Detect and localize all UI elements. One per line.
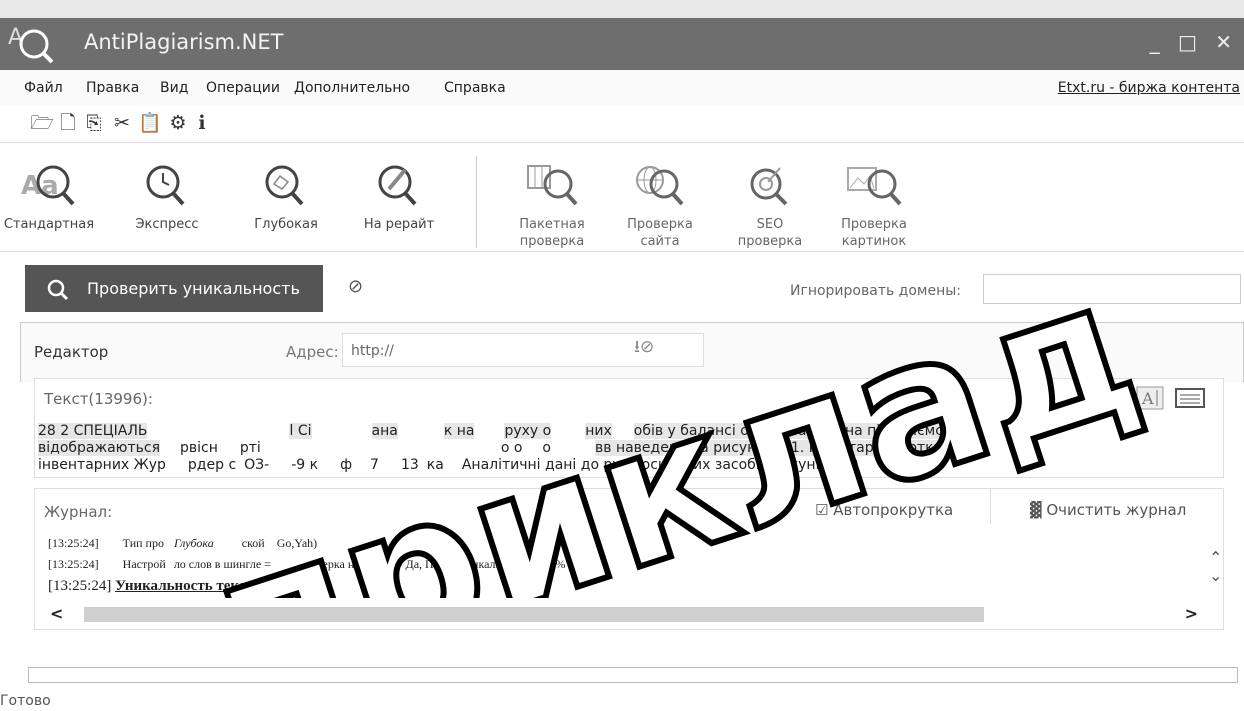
seo-check-button[interactable]: SEO проверка	[720, 162, 820, 250]
progress-bar	[28, 667, 1238, 683]
log-line: [13:25:24] Настрой ло слов в шингле = ровер…	[48, 557, 566, 571]
search-icon	[47, 279, 69, 301]
cut-icon[interactable]: ✂	[110, 108, 134, 138]
text-format-icon[interactable]: A	[1136, 385, 1206, 411]
ribbon-separator	[476, 156, 477, 248]
new-file-icon[interactable]: 🗋	[56, 108, 80, 138]
ignore-domains-input[interactable]	[983, 274, 1241, 304]
paste-icon[interactable]: 📋	[138, 108, 162, 138]
app-title: AntiPlagiarism.NET	[84, 30, 284, 54]
menu-extra[interactable]: Дополнительно	[294, 80, 410, 96]
text-content[interactable]: 28 2 СПЕЦІАЛЬ l Сі ана к на руху о них обів у …	[38, 423, 1208, 475]
log-line-result: [13:25:24] Уникальность текста 83% /	[48, 578, 303, 594]
image-icon	[847, 167, 902, 206]
gear-icon[interactable]: ⚙	[166, 108, 190, 138]
copy-icon[interactable]: ⎘	[82, 108, 106, 138]
menu-operations[interactable]: Операции	[206, 80, 280, 96]
journal-separator	[990, 488, 991, 524]
check-express-button[interactable]: Экспресс	[112, 162, 222, 233]
journal-label: Журнал:	[44, 503, 113, 521]
scroll-right-icon[interactable]: >	[1185, 604, 1198, 623]
deep-check-icon	[265, 165, 304, 206]
check-uniqueness-button[interactable]: Проверить уникальность	[25, 265, 323, 312]
menu-edit[interactable]: Правка	[86, 80, 139, 96]
status-text: Готово	[0, 693, 51, 709]
image-check-button[interactable]: Проверка картинок	[826, 162, 922, 250]
log-line: [13:25:24] Тип про Глубока ской Go,Yah)	[48, 536, 318, 550]
text-header: Текст(13996):	[44, 390, 153, 408]
top-strip	[0, 0, 1244, 18]
info-icon[interactable]: i	[190, 108, 214, 138]
download-icon[interactable]: ⭳⊘	[634, 334, 654, 363]
menu-bar: Файл Правка Вид Операции Дополнительно С…	[0, 70, 1244, 106]
ignore-domains-label: Игнорировать домены:	[790, 283, 962, 299]
menu-help[interactable]: Справка	[444, 80, 506, 96]
check-rewrite-button[interactable]: На рерайт	[346, 162, 452, 233]
seo-target-icon	[750, 167, 788, 206]
window-controls[interactable]: _ □ ✕	[1150, 30, 1238, 54]
scroll-left-icon[interactable]: <	[50, 604, 63, 623]
address-label: Адрес:	[286, 343, 339, 361]
menu-view[interactable]: Вид	[160, 80, 188, 96]
check-deep-button[interactable]: Глубокая	[236, 162, 336, 233]
batch-check-button[interactable]: Пакетная проверка	[504, 162, 600, 250]
open-folder-icon[interactable]: 🗁	[30, 108, 54, 138]
scroll-down-icon[interactable]: ⌄	[1209, 566, 1222, 585]
clear-log-button[interactable]: ▓ Очистить журнал	[1030, 501, 1186, 519]
rewrite-pencil-icon	[378, 165, 417, 206]
horizontal-scrollbar[interactable]: < >	[48, 604, 1202, 624]
editor-label: Редактор	[34, 343, 109, 361]
title-bar: A AntiPlagiarism.NET _ □ ✕	[0, 18, 1244, 70]
scroll-up-icon[interactable]: ⌃	[1209, 548, 1222, 567]
express-clock-icon	[146, 165, 185, 206]
standard-check-icon: Aa	[21, 165, 75, 206]
app-logo-icon: A	[8, 25, 54, 64]
menu-file[interactable]: Файл	[24, 80, 63, 96]
globe-icon	[636, 166, 684, 206]
svg-text:A: A	[1141, 389, 1154, 408]
batch-check-icon	[527, 165, 578, 206]
etxt-link[interactable]: Etxt.ru - биржа контента	[1058, 80, 1240, 96]
text-view-icons: A	[1136, 385, 1206, 415]
stop-icon[interactable]: ⊘	[348, 276, 363, 297]
site-check-button[interactable]: Проверка сайта	[612, 162, 708, 250]
autoscroll-checkbox[interactable]: ☑ Автопрокрутка	[815, 501, 953, 519]
broom-icon: ▓	[1030, 501, 1042, 519]
check-standard-button[interactable]: Aa Стандартная	[0, 162, 98, 233]
scroll-thumb[interactable]	[84, 607, 984, 622]
